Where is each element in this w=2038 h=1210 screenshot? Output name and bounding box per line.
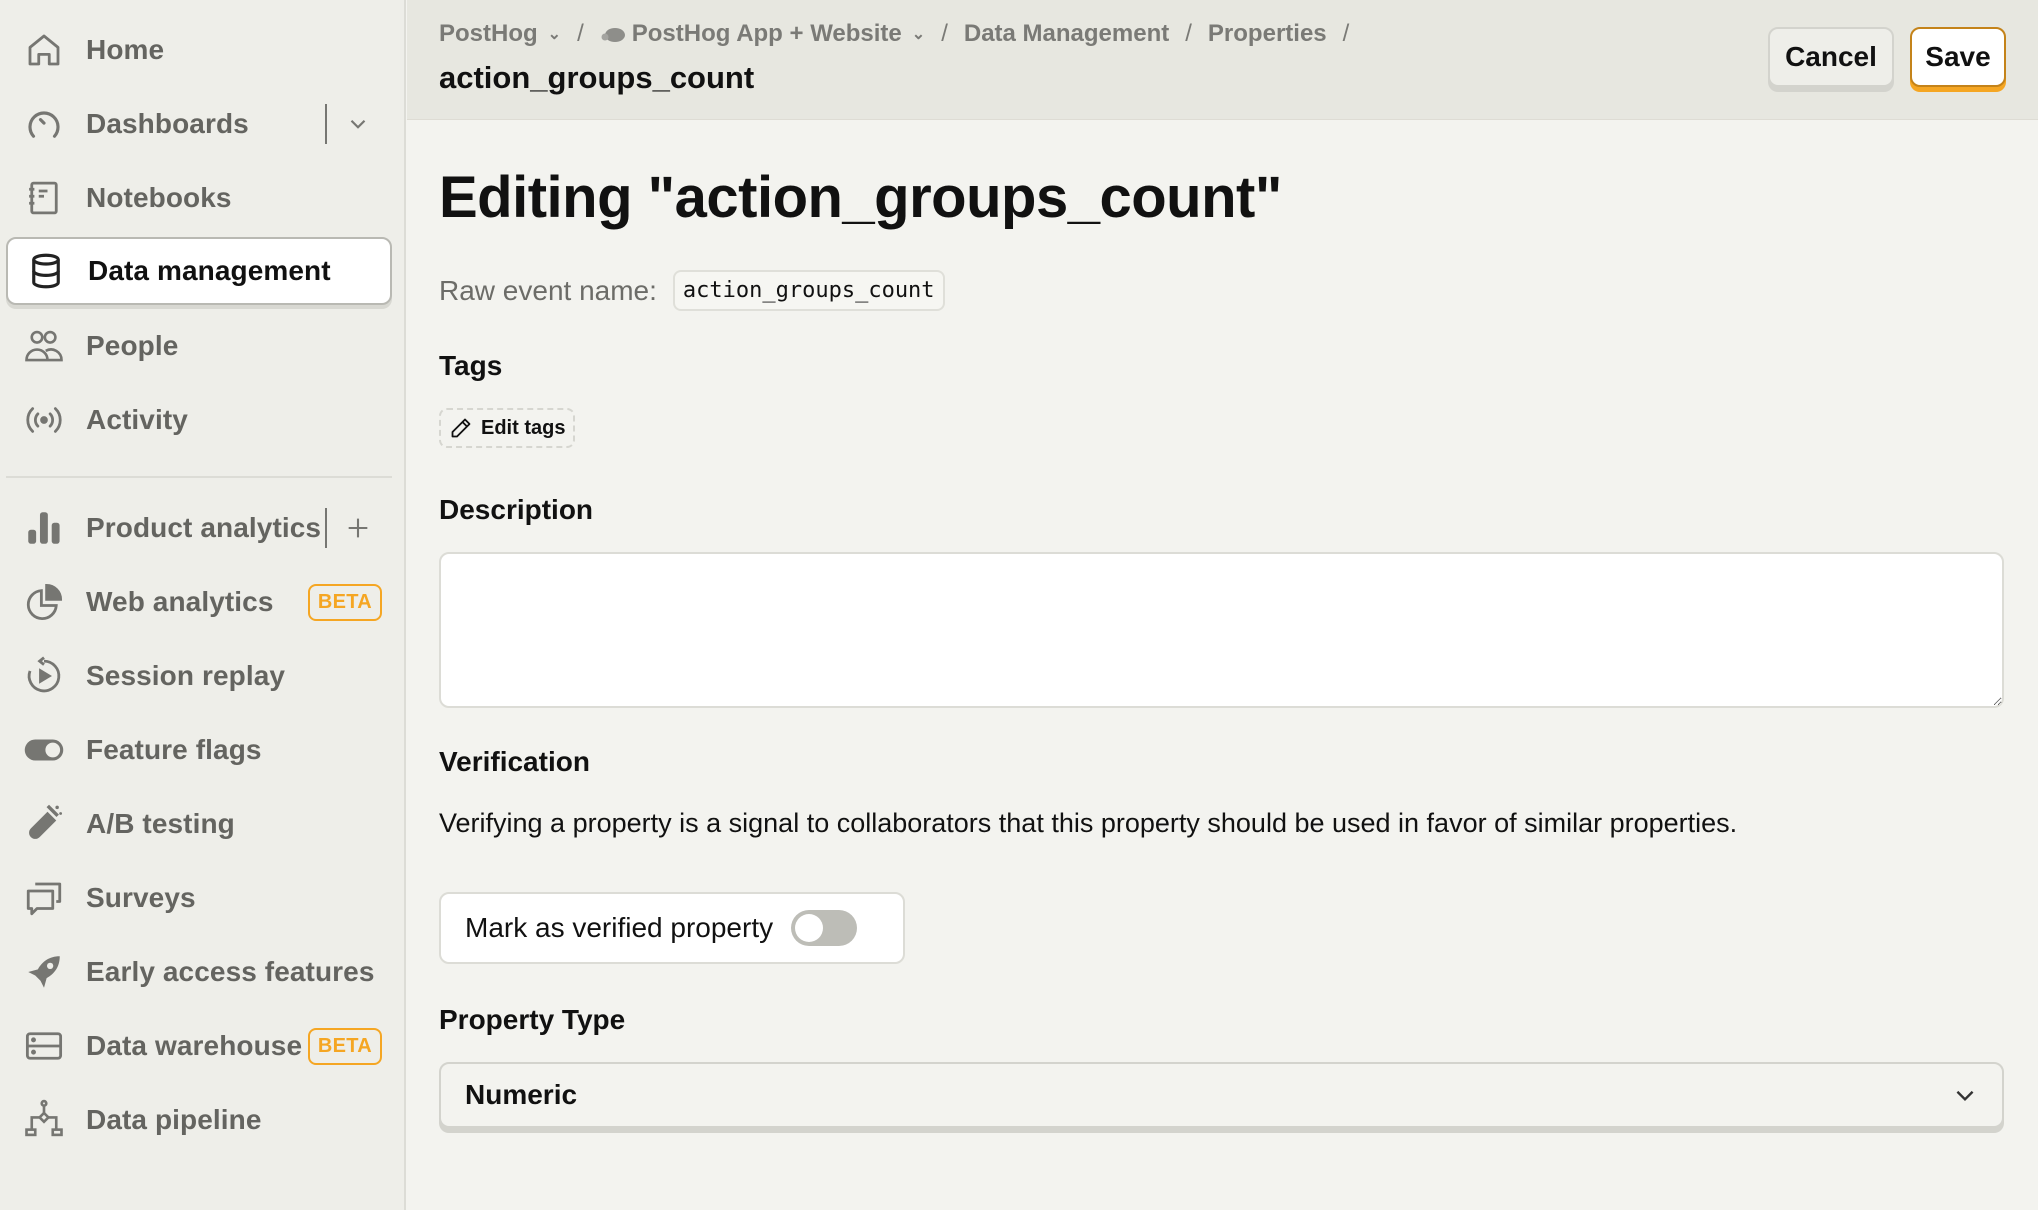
- breadcrumb-separator: /: [1342, 20, 1350, 47]
- breadcrumb-label: PostHog: [439, 20, 538, 47]
- sidebar-item-surveys[interactable]: Surveys: [6, 864, 392, 932]
- breadcrumb-separator: /: [577, 20, 584, 47]
- pie-chart-icon: [22, 580, 66, 624]
- sidebar-item-label: Feature flags: [86, 734, 262, 765]
- raw-event-name-label: Raw event name:: [439, 274, 657, 306]
- sidebar-item-label: Product analytics: [86, 512, 322, 543]
- pipeline-icon: [22, 1098, 66, 1142]
- sidebar-item-session-replay[interactable]: Session replay: [6, 642, 392, 710]
- dashboards-expand-button[interactable]: [336, 102, 380, 146]
- rocket-icon: [22, 950, 66, 994]
- chevron-down-icon: [350, 119, 366, 129]
- tags-heading: Tags: [439, 350, 503, 381]
- verified-toggle-container[interactable]: Mark as verified property: [439, 892, 905, 964]
- sidebar-item-data-warehouse[interactable]: Data warehouse BETA: [6, 1012, 392, 1080]
- sidebar-item-ab-testing[interactable]: A/B testing: [6, 790, 392, 858]
- property-type-select[interactable]: Numeric: [439, 1062, 2004, 1128]
- sidebar-item-early-access[interactable]: Early access features: [6, 938, 392, 1006]
- sidebar-item-web-analytics[interactable]: Web analytics BETA: [6, 568, 392, 636]
- sidebar: Home Dashboards Notebooks Data managemen…: [0, 0, 406, 1210]
- editing-title: Editing "action_groups_count": [439, 165, 1282, 230]
- property-type-heading: Property Type: [439, 1004, 626, 1035]
- beta-badge: BETA: [307, 583, 382, 621]
- sidebar-item-label: Session replay: [86, 660, 286, 691]
- home-icon: [22, 28, 66, 72]
- sidebar-item-data-management[interactable]: Data management: [6, 237, 392, 305]
- sidebar-item-label: Activity: [86, 404, 188, 435]
- breadcrumb-label: Data Management: [963, 20, 1170, 47]
- sidebar-item-home[interactable]: Home: [6, 16, 392, 84]
- breadcrumb-properties[interactable]: Properties: [1208, 20, 1327, 48]
- sidebar-item-people[interactable]: People: [6, 312, 392, 380]
- toggle-icon: [22, 728, 66, 772]
- property-type-value: Numeric: [465, 1079, 578, 1110]
- top-bar: PostHog ⌄ / PostHog App + Website ⌄ / Da…: [407, 0, 2038, 120]
- chat-bubbles-icon: [22, 876, 66, 920]
- divider: [325, 508, 327, 548]
- people-icon: [22, 324, 66, 368]
- breadcrumb-project[interactable]: PostHog App + Website ⌄: [600, 20, 925, 48]
- sidebar-item-dashboards[interactable]: Dashboards: [6, 90, 392, 158]
- breadcrumb-label: PostHog App + Website: [631, 20, 902, 47]
- sidebar-item-activity[interactable]: Activity: [6, 386, 392, 454]
- verification-description: Verifying a property is a signal to coll…: [439, 808, 1738, 838]
- chevron-down-icon: [1956, 1090, 1974, 1102]
- sidebar-item-label: Data pipeline: [86, 1104, 262, 1135]
- page-title: action_groups_count: [439, 60, 755, 95]
- description-textarea[interactable]: [439, 552, 2004, 708]
- sidebar-item-label: Data management: [88, 255, 331, 286]
- new-insight-button[interactable]: [336, 506, 380, 550]
- divider: [325, 104, 327, 144]
- breadcrumb-separator: /: [941, 20, 948, 47]
- save-button[interactable]: Save: [1910, 27, 2006, 87]
- database-icon: [24, 249, 68, 293]
- sidebar-item-label: Dashboards: [86, 108, 249, 139]
- verification-heading: Verification: [439, 746, 590, 777]
- verified-toggle-label: Mark as verified property: [465, 912, 774, 943]
- description-heading: Description: [439, 494, 594, 525]
- sidebar-item-label: Surveys: [86, 882, 196, 913]
- breadcrumb-data-management[interactable]: Data Management: [964, 20, 1169, 48]
- breadcrumb-organization[interactable]: PostHog ⌄: [439, 20, 561, 48]
- toggle-knob: [795, 914, 824, 942]
- pencil-icon: [451, 418, 471, 438]
- sidebar-item-label: Data warehouse: [86, 1030, 303, 1061]
- server-icon: [22, 1024, 66, 1068]
- breadcrumb-separator: /: [1185, 20, 1192, 47]
- raw-event-name-value: action_groups_count: [672, 270, 945, 311]
- edit-tags-label: Edit tags: [481, 416, 566, 439]
- sidebar-item-product-analytics[interactable]: Product analytics: [6, 494, 392, 562]
- breadcrumb: PostHog ⌄ / PostHog App + Website ⌄ / Da…: [439, 20, 1365, 48]
- chevron-down-icon: ⌄: [911, 26, 926, 43]
- dashboard-gauge-icon: [22, 102, 66, 146]
- sidebar-item-feature-flags[interactable]: Feature flags: [6, 716, 392, 784]
- beta-badge: BETA: [307, 1027, 382, 1065]
- sidebar-item-data-pipeline[interactable]: Data pipeline: [6, 1086, 392, 1154]
- edit-tags-button[interactable]: Edit tags: [439, 408, 576, 448]
- flask-icon: [22, 802, 66, 846]
- notebook-icon: [22, 176, 66, 220]
- session-replay-icon: [22, 654, 66, 698]
- chevron-down-icon: ⌄: [547, 26, 562, 43]
- cancel-button[interactable]: Cancel: [1768, 27, 1894, 87]
- hedgehog-icon: [601, 28, 625, 42]
- bar-chart-icon: [22, 506, 66, 550]
- sidebar-item-notebooks[interactable]: Notebooks: [6, 164, 392, 232]
- sidebar-item-label: People: [86, 330, 179, 361]
- breadcrumb-label: Properties: [1207, 20, 1327, 47]
- verified-toggle[interactable]: [791, 910, 858, 946]
- sidebar-item-label: Home: [86, 34, 165, 65]
- sidebar-divider: [6, 476, 392, 478]
- sidebar-item-label: A/B testing: [86, 808, 235, 839]
- sidebar-item-label: Notebooks: [86, 182, 232, 213]
- sidebar-item-label: Early access features: [86, 956, 375, 987]
- raw-event-name-row: Raw event name: action_groups_count: [439, 270, 945, 311]
- sidebar-item-label: Web analytics: [86, 586, 274, 617]
- activity-broadcast-icon: [22, 398, 66, 442]
- plus-icon: [348, 518, 368, 538]
